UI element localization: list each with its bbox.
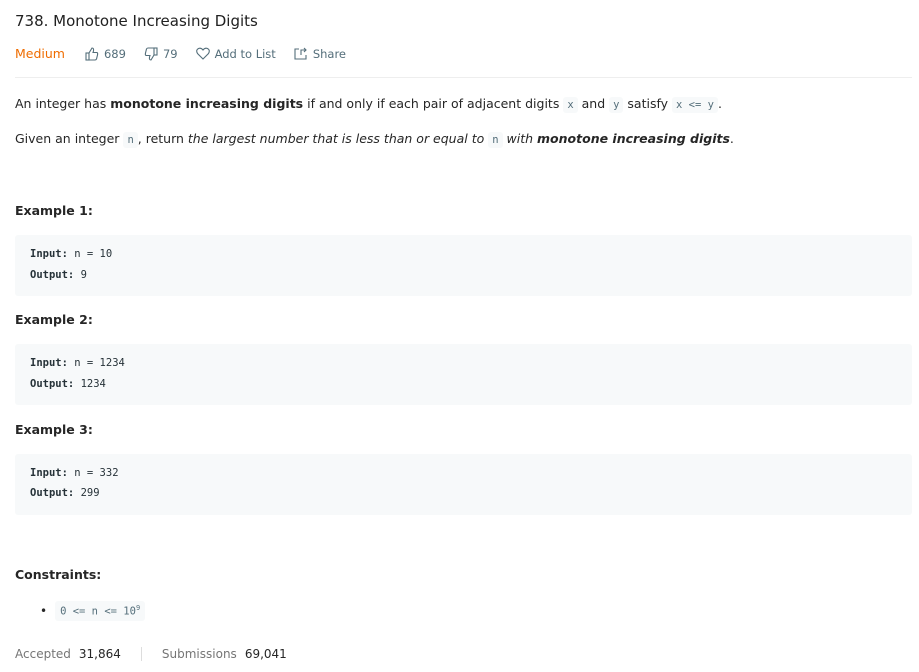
example-1-block: Input: n = 10 Output: 9 xyxy=(15,235,912,296)
dislike-button[interactable]: 79 xyxy=(144,47,178,61)
add-to-list-label: Add to List xyxy=(214,46,276,61)
footer-separator xyxy=(140,647,142,661)
heart-icon xyxy=(195,47,210,60)
description-paragraph-2: Given an integer n, return the largest n… xyxy=(15,131,734,148)
example-2-block: Input: n = 1234 Output: 1234 xyxy=(15,344,912,405)
thumbs-up-icon xyxy=(85,46,99,61)
like-button[interactable]: 689 xyxy=(85,47,126,61)
stats-footer: Accepted 31,864 Submissions 69,041 xyxy=(15,647,287,661)
dislike-count: 79 xyxy=(162,46,178,61)
share-icon xyxy=(294,47,307,60)
thumbs-down-icon xyxy=(144,46,158,61)
example-3-heading: Example 3: xyxy=(15,422,93,437)
difficulty-label: Medium xyxy=(15,46,65,61)
add-to-list-button[interactable]: Add to List xyxy=(195,46,276,61)
accepted-count: 31,864 xyxy=(78,647,121,661)
problem-meta: Medium 689 79 Add to List Share xyxy=(15,46,364,61)
example-2-heading: Example 2: xyxy=(15,312,93,327)
constraint-item: • 0 <= n <= 109 xyxy=(40,601,146,621)
constraints-heading: Constraints: xyxy=(15,567,102,582)
problem-title: 738. Monotone Increasing Digits xyxy=(15,12,258,30)
submissions-count: 69,041 xyxy=(244,647,287,661)
example-3-block: Input: n = 332 Output: 299 xyxy=(15,454,912,515)
share-button[interactable]: Share xyxy=(294,47,346,61)
divider xyxy=(15,77,912,78)
description-paragraph-1: An integer has monotone increasing digit… xyxy=(15,96,722,113)
example-1-heading: Example 1: xyxy=(15,203,93,218)
submissions-label: Submissions xyxy=(161,647,237,661)
like-count: 689 xyxy=(103,46,126,61)
accepted-label: Accepted xyxy=(15,647,71,661)
share-label: Share xyxy=(312,46,346,61)
